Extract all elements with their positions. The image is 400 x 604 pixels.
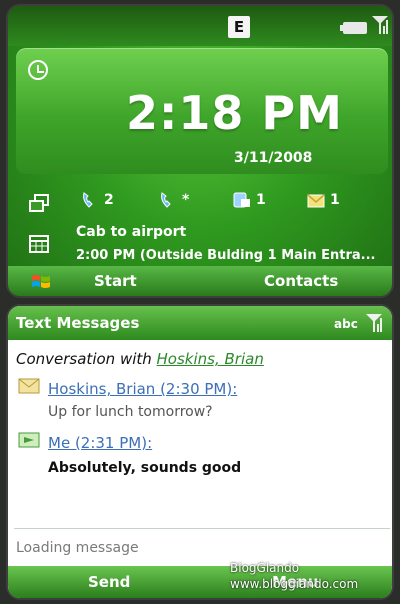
compose-status-text[interactable]: Loading message: [16, 540, 139, 556]
screen-title: Text Messages: [16, 314, 140, 332]
text-messages-screen: Text Messages abc Conversation with Hosk…: [6, 304, 394, 600]
conversation-contact-link[interactable]: Hoskins, Brian: [157, 350, 264, 368]
voicemail-icon: [158, 190, 178, 210]
status-bar: E: [8, 6, 392, 46]
text-message-count: 1: [256, 192, 266, 208]
email-count: 1: [330, 192, 340, 208]
conversation-prefix: Conversation with: [16, 350, 157, 368]
compose-divider: [14, 528, 390, 529]
network-type-badge: E: [228, 16, 250, 38]
message-sender-2[interactable]: Me (2:31 PM):: [48, 434, 152, 452]
missed-call-icon: [80, 190, 100, 210]
input-mode-indicator: abc: [334, 317, 358, 331]
calendar-icon[interactable]: [28, 234, 50, 254]
email-notification[interactable]: 1: [306, 190, 340, 216]
watermark-line-1: BlogGlando: [230, 561, 300, 575]
appointment-detail[interactable]: 2:00 PM (Outside Bulding 1 Main Entra...: [76, 248, 376, 263]
conversation-header: Conversation with Hoskins, Brian: [16, 350, 264, 368]
email-icon: [306, 190, 326, 210]
start-softkey[interactable]: Start: [94, 272, 137, 290]
outgoing-message-icon: [18, 432, 40, 448]
softkey-bar: Start Contacts: [8, 266, 392, 296]
signal-icon: [370, 14, 390, 36]
alarm-clock-icon: [28, 60, 48, 80]
message-sender-1[interactable]: Hoskins, Brian (2:30 PM):: [48, 380, 237, 398]
clock-panel[interactable]: 2:18 PM 3/11/2008: [16, 48, 388, 174]
current-date: 3/11/2008: [234, 150, 313, 166]
send-softkey[interactable]: Send: [88, 573, 130, 591]
text-messages-notification[interactable]: 1: [232, 190, 266, 216]
appointment-title[interactable]: Cab to airport: [76, 224, 186, 240]
battery-icon: [340, 22, 367, 34]
windows-switcher-icon[interactable]: [28, 194, 50, 214]
current-time: 2:18 PM: [126, 86, 343, 140]
missed-calls-notification[interactable]: 2: [80, 190, 114, 216]
windows-start-icon[interactable]: [30, 272, 52, 292]
message-body-1: Up for lunch tomorrow?: [48, 404, 213, 420]
text-message-icon: [232, 190, 252, 210]
title-bar: Text Messages abc: [8, 306, 392, 340]
voicemail-notification[interactable]: *: [158, 190, 189, 216]
message-body-2: Absolutely, sounds good: [48, 460, 242, 476]
signal-icon: [364, 312, 384, 334]
watermark-line-2: www.bloggiando.com: [230, 577, 359, 591]
today-screen: E 2:18 PM 3/11/2008 2 * 1 1 Cab to airpo…: [6, 4, 394, 298]
contacts-softkey[interactable]: Contacts: [264, 272, 338, 290]
missed-call-count: 2: [104, 192, 114, 208]
watermark: BlogGlando www.bloggiando.com: [230, 560, 358, 592]
voicemail-count: *: [182, 192, 190, 208]
incoming-message-icon: [18, 378, 40, 394]
